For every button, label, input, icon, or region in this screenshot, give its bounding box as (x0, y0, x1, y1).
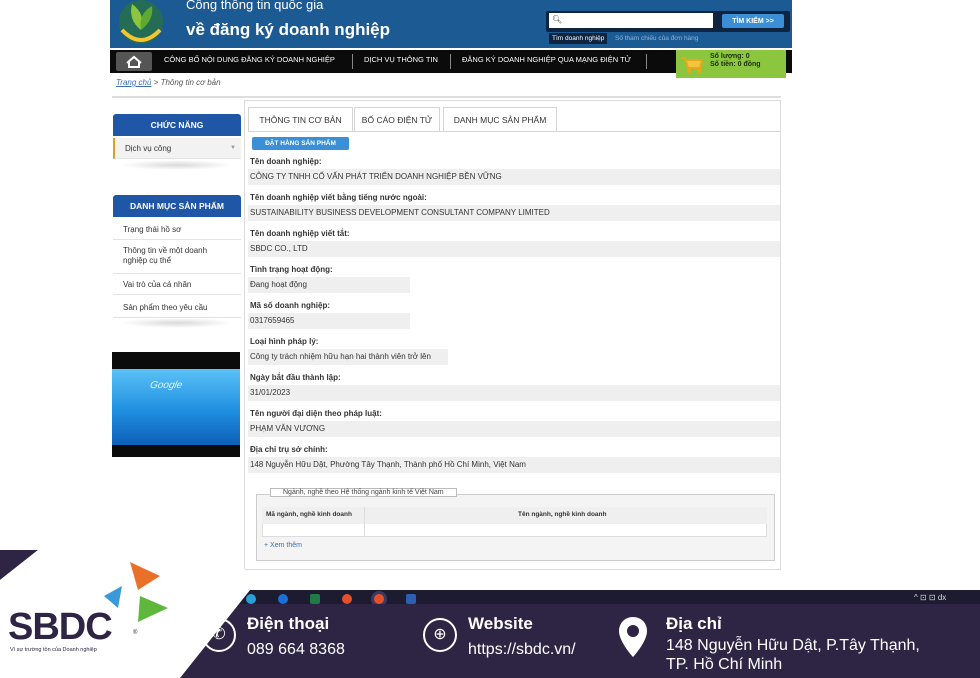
field-value-address: 148 Nguyễn Hữu Dật, Phường Tây Thạnh, Th… (248, 457, 780, 473)
field-label-short-name: Tên doanh nghiệp viết tắt: (250, 229, 350, 238)
field-label-founded: Ngày bắt đầu thành lập: (250, 373, 341, 382)
tab-danh-muc-san-pham[interactable]: DANH MỤC SẢN PHẨM (443, 107, 557, 132)
nav-dich-vu[interactable]: DỊCH VỤ THÔNG TIN (364, 55, 438, 64)
sidebar-banner[interactable]: Google (112, 352, 240, 457)
field-value-legal-type: Công ty trách nhiệm hữu hạn hai thành vi… (248, 349, 448, 365)
address-line2: TP. Hồ Chí Minh (666, 656, 783, 673)
portal-logo-icon[interactable] (112, 0, 170, 46)
site-header: Cổng thông tin quốc gia về đăng ký doanh… (0, 0, 980, 98)
order-product-button[interactable]: ĐẶT HÀNG SẢN PHẨM (252, 137, 349, 150)
field-value-status: Đang hoạt động (248, 277, 410, 293)
field-value-name: CÔNG TY TNHH CỐ VẤN PHÁT TRIỂN DOANH NGH… (248, 169, 780, 185)
website-value[interactable]: https://sbdc.vn/ (468, 641, 576, 659)
shadow (120, 160, 234, 170)
sidebar-item-san-pham[interactable]: Sản phẩm theo yêu cầu (113, 297, 241, 318)
field-label-tax-code: Mã số doanh nghiệp: (250, 301, 330, 310)
address-title: Địa chỉ (666, 614, 722, 633)
search-button[interactable]: TÌM KIẾM >> (722, 14, 784, 28)
website-title: Website (468, 614, 533, 633)
word-icon[interactable] (406, 594, 416, 604)
field-label-legal-type: Loại hình pháp lý: (250, 337, 319, 346)
column-divider (364, 507, 365, 537)
banner-image: Google (112, 369, 240, 445)
tab-bo-cao-dien-tu[interactable]: BỐ CÁO ĐIỆN TỬ (354, 107, 440, 132)
field-label-status: Tình trạng hoạt động: (250, 265, 333, 274)
sidebar-heading-chuc-nang: CHỨC NĂNG (113, 114, 241, 136)
portal-subtitle: Cổng thông tin quốc gia (186, 0, 324, 12)
sidebar-item-dich-vu-cong[interactable]: Dịch vụ công (113, 138, 241, 159)
home-icon (126, 55, 142, 68)
location-pin-icon (619, 617, 647, 657)
nav-separator (646, 54, 647, 69)
nav-cong-bo[interactable]: CÔNG BỐ NỘI DUNG ĐĂNG KÝ DOANH NGHIỆP (164, 55, 335, 64)
system-tray[interactable]: ^ ⊡ ⊡ dx (914, 593, 946, 602)
phone-title: Điện thoại (247, 614, 330, 633)
excel-icon[interactable] (310, 594, 320, 604)
search-input[interactable] (549, 13, 713, 28)
nav-separator (352, 54, 353, 69)
portal-title[interactable]: về đăng ký doanh nghiệp (186, 20, 390, 40)
tab-thong-tin-co-ban[interactable]: THÔNG TIN CƠ BẢN (248, 107, 353, 132)
chevron-down-icon[interactable]: ▼ (230, 145, 236, 151)
cart-amount: Số tiền: 0 đồng (710, 61, 761, 68)
breadcrumb-current: Thông tin cơ bản (160, 78, 221, 87)
banner-text: Google (148, 380, 184, 391)
chrome-active-icon[interactable] (374, 594, 384, 604)
divider (112, 96, 781, 98)
field-value-representative: PHẠM VĂN VƯƠNG (248, 421, 780, 437)
sidebar-item-thong-tin-dn[interactable]: Thông tin về một doanh nghiệp cụ thể (113, 241, 241, 274)
sbdc-slogan: Vì sự trường tồn của Doanh nghiệp (10, 647, 97, 653)
cart-quantity: Số lượng: 0 (710, 53, 750, 60)
field-value-foreign-name: SUSTAINABILITY BUSINESS DEVELOPMENT CONS… (248, 205, 780, 221)
field-label-representative: Tên người đại diện theo pháp luật: (250, 409, 382, 418)
shadow (120, 318, 234, 328)
sidebar-item-trang-thai[interactable]: Trạng thái hồ sơ (113, 220, 241, 240)
registered-mark: ® (133, 630, 138, 636)
sidebar-heading-danh-muc: DANH MỤC SẢN PHẨM (113, 195, 241, 217)
cart-icon (681, 57, 704, 73)
sbdc-logo: SBDC (8, 606, 113, 648)
industry-legend: Ngành, nghề theo Hệ thống ngành kinh tế … (270, 488, 457, 497)
field-label-foreign-name: Tên doanh nghiệp viết bằng tiếng nước ng… (250, 193, 427, 202)
search-tab-business[interactable]: Tìm doanh nghiệp (549, 33, 608, 44)
field-label-name: Tên doanh nghiệp: (250, 157, 322, 166)
breadcrumb-home[interactable]: Trang chủ (116, 78, 151, 87)
breadcrumb: Trang chủ > Thông tin cơ bản (116, 78, 221, 87)
industry-col-name: Tên ngành, nghề kinh doanh (518, 511, 607, 518)
field-value-founded: 31/01/2023 (248, 385, 780, 401)
field-label-address: Địa chỉ trụ sở chính: (250, 445, 328, 454)
see-more-link[interactable]: + Xem thêm (264, 542, 302, 549)
zalo-icon[interactable] (278, 594, 288, 604)
search-tab-reference[interactable]: Số tham chiếu của đơn hàng (612, 33, 701, 44)
address-line1: 148 Nguyễn Hữu Dật, P.Tây Thạnh, (666, 637, 920, 654)
nav-dang-ky[interactable]: ĐĂNG KÝ DOANH NGHIỆP QUA MẠNG ĐIỆN TỬ (462, 55, 631, 64)
tab-divider (248, 131, 780, 132)
phone-icon: ✆ (202, 618, 236, 652)
nav-separator (450, 54, 451, 69)
phone-value[interactable]: 089 664 8368 (247, 641, 345, 659)
field-value-short-name: SBDC CO., LTD (248, 241, 780, 257)
chrome-icon[interactable] (342, 594, 352, 604)
sidebar-item-vai-tro[interactable]: Vai trò của cá nhân (113, 275, 241, 295)
search-icon: 🔍︎ (552, 15, 563, 24)
breadcrumb-sep: > (151, 78, 161, 87)
home-button[interactable] (116, 52, 152, 71)
field-value-tax-code: 0317659465 (248, 313, 410, 329)
globe-icon: ⊕ (423, 618, 457, 652)
industry-col-code: Mã ngành, nghề kinh doanh (266, 511, 352, 518)
